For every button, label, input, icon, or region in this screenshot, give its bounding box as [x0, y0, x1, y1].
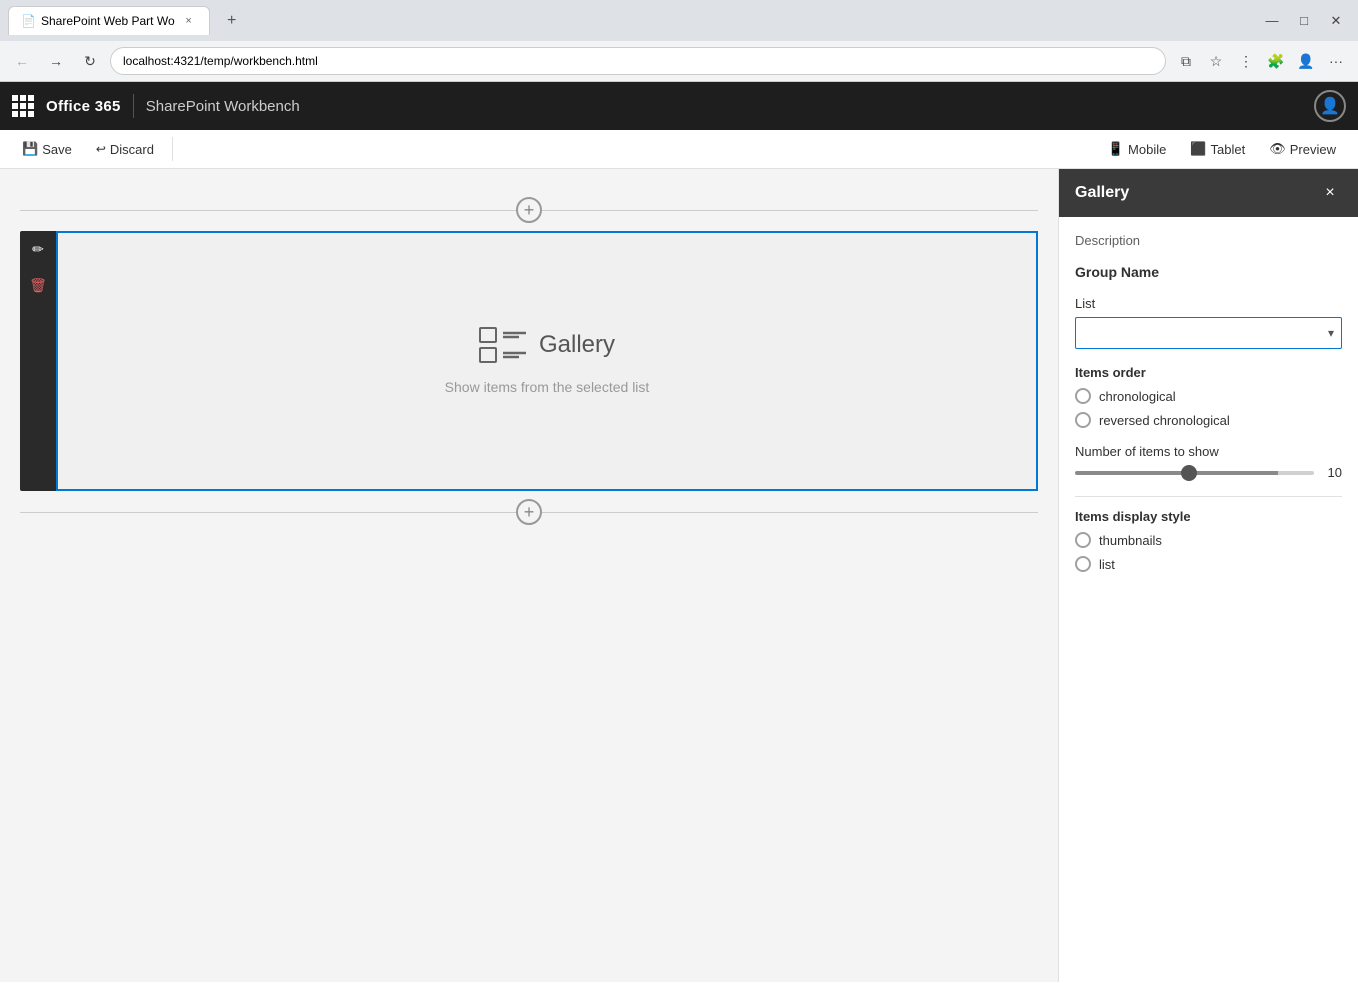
top-add-zone: + [20, 197, 1038, 223]
edit-icon: ✏ [32, 241, 44, 258]
browser-chrome: 📄 SharePoint Web Part Wo × + — □ ✕ ← → ↻… [0, 0, 1358, 82]
close-window-button[interactable]: ✕ [1322, 7, 1350, 35]
items-display-radio-group: thumbnails list [1075, 532, 1342, 572]
toolbar: 💾 Save ↩ Discard 📱 Mobile ⬛ Tablet 👁 Pre… [0, 130, 1358, 169]
maximize-button[interactable]: □ [1290, 7, 1318, 35]
tablet-button[interactable]: ⬛ Tablet [1180, 136, 1255, 162]
webpart-toolbar: ✏ 🗑 [20, 231, 56, 491]
mobile-icon: 📱 [1108, 141, 1124, 157]
order-reversed-radio[interactable] [1075, 412, 1091, 428]
more-button[interactable]: ··· [1322, 47, 1350, 75]
items-order-radio-group: chronological reversed chronological [1075, 388, 1342, 428]
webpart-content: Gallery Show items from the selected lis… [56, 231, 1038, 491]
save-icon: 💾 [22, 141, 38, 157]
order-reversed-label: reversed chronological [1099, 413, 1230, 428]
discard-icon: ↩ [96, 142, 106, 156]
order-chronological-label: chronological [1099, 389, 1176, 404]
gallery-icon: Gallery [479, 327, 615, 363]
tab-title: SharePoint Web Part Wo [41, 14, 175, 28]
delete-icon: 🗑 [29, 277, 47, 294]
gallery-icon-svg [479, 327, 527, 363]
app-grid-icon[interactable] [12, 95, 34, 117]
webpart-delete-button[interactable]: 🗑 [20, 267, 56, 303]
tablet-label: Tablet [1211, 142, 1246, 157]
add-zone-button-top[interactable]: + [516, 197, 542, 223]
items-count-slider[interactable] [1075, 471, 1314, 475]
url-input[interactable] [110, 47, 1166, 75]
bottom-add-zone: + [20, 499, 1038, 525]
side-panel-title: Gallery [1075, 184, 1129, 202]
discard-button[interactable]: ↩ Discard [86, 137, 164, 162]
order-chronological-radio[interactable] [1075, 388, 1091, 404]
preview-label: Preview [1290, 142, 1336, 157]
discard-label: Discard [110, 142, 154, 157]
panel-divider [1075, 496, 1342, 497]
list-select[interactable] [1075, 317, 1342, 349]
slider-value: 10 [1322, 465, 1342, 480]
add-zone-button-bottom[interactable]: + [516, 499, 542, 525]
tablet-icon: ⬛ [1190, 141, 1206, 157]
mobile-button[interactable]: 📱 Mobile [1098, 136, 1176, 162]
menu-button[interactable]: ⋮ [1232, 47, 1260, 75]
side-panel-header: Gallery × [1059, 169, 1358, 217]
webpart-edit-button[interactable]: ✏ [20, 231, 56, 267]
add-zone-line-left [20, 210, 516, 211]
browser-actions: ⧉ ☆ ⋮ 🧩 👤 ··· [1172, 47, 1350, 75]
extensions-button[interactable]: 🧩 [1262, 47, 1290, 75]
add-zone-line-right [542, 210, 1038, 211]
toolbar-right: 📱 Mobile ⬛ Tablet 👁 Preview [1098, 136, 1346, 162]
preview-icon: 👁 [1269, 141, 1286, 157]
app-divider [133, 94, 134, 118]
description-label: Description [1075, 233, 1342, 248]
add-zone-line-left-bottom [20, 512, 516, 513]
tab-strip-button[interactable]: ⧉ [1172, 47, 1200, 75]
display-thumbnails-label: thumbnails [1099, 533, 1162, 548]
mobile-label: Mobile [1128, 142, 1166, 157]
order-chronological-item[interactable]: chronological [1075, 388, 1342, 404]
gallery-subtitle: Show items from the selected list [445, 379, 650, 395]
display-list-label: list [1099, 557, 1115, 572]
slider-row: 10 [1075, 465, 1342, 480]
number-of-items-label: Number of items to show [1075, 444, 1342, 459]
webpart-block: ✏ 🗑 [20, 231, 1038, 491]
side-panel-body: Description Group Name List ▾ Items orde… [1059, 217, 1358, 982]
add-zone-line-right-bottom [542, 512, 1038, 513]
reload-button[interactable]: ↻ [76, 47, 104, 75]
canvas-area: + ✏ 🗑 [0, 169, 1058, 982]
bookmark-button[interactable]: ☆ [1202, 47, 1230, 75]
slider-section: 10 [1075, 465, 1342, 480]
items-order-label: Items order [1075, 365, 1342, 380]
tab-close-button[interactable]: × [181, 13, 197, 29]
list-select-wrapper: ▾ [1075, 317, 1342, 349]
save-button[interactable]: 💾 Save [12, 136, 82, 162]
side-panel: Gallery × Description Group Name List ▾ … [1058, 169, 1358, 982]
items-display-label: Items display style [1075, 509, 1342, 524]
browser-tab[interactable]: 📄 SharePoint Web Part Wo × [8, 6, 210, 35]
app-header: Office 365 SharePoint Workbench 👤 [0, 82, 1358, 130]
new-tab-button[interactable]: + [218, 7, 246, 35]
preview-button[interactable]: 👁 Preview [1259, 136, 1346, 162]
browser-titlebar: 📄 SharePoint Web Part Wo × + — □ ✕ [0, 0, 1358, 41]
save-label: Save [42, 142, 72, 157]
display-thumbnails-radio[interactable] [1075, 532, 1091, 548]
app-name: Office 365 [46, 98, 121, 115]
group-name-label: Group Name [1075, 264, 1342, 280]
address-bar: ← → ↻ ⧉ ☆ ⋮ 🧩 👤 ··· [0, 41, 1358, 81]
forward-button[interactable]: → [42, 47, 70, 75]
display-list-item[interactable]: list [1075, 556, 1342, 572]
display-list-radio[interactable] [1075, 556, 1091, 572]
order-reversed-item[interactable]: reversed chronological [1075, 412, 1342, 428]
tab-favicon: 📄 [21, 14, 35, 28]
back-button[interactable]: ← [8, 47, 36, 75]
main-layout: + ✏ 🗑 [0, 169, 1358, 982]
profile-button[interactable]: 👤 [1292, 47, 1320, 75]
side-panel-close-button[interactable]: × [1318, 181, 1342, 205]
minimize-button[interactable]: — [1258, 7, 1286, 35]
toolbar-separator [172, 137, 173, 161]
user-avatar[interactable]: 👤 [1314, 90, 1346, 122]
list-label: List [1075, 296, 1342, 311]
display-thumbnails-item[interactable]: thumbnails [1075, 532, 1342, 548]
app-workbench-title: SharePoint Workbench [146, 98, 300, 115]
gallery-title: Gallery [539, 331, 615, 359]
